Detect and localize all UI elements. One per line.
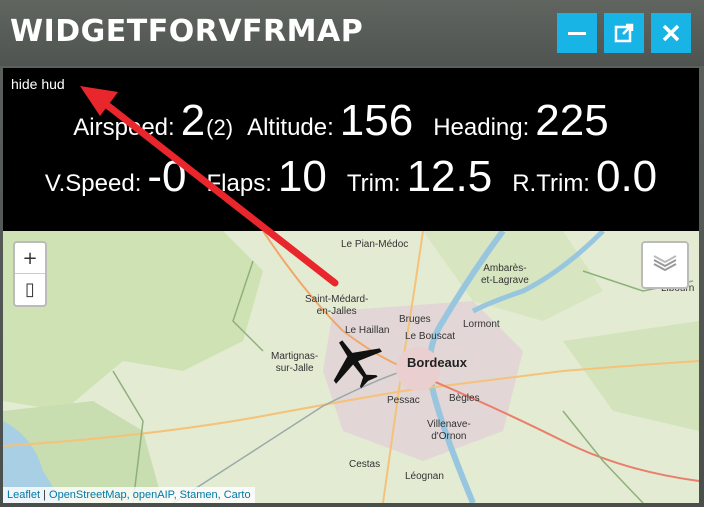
place-le-bouscat: Le Bouscat	[405, 331, 456, 342]
close-icon	[660, 22, 682, 44]
minimize-button[interactable]	[557, 13, 597, 53]
place-villenave: Villenave- d'Ornon	[427, 419, 471, 442]
place-pessac: Pessac	[387, 395, 420, 406]
vspeed-label: V.Speed:	[44, 170, 142, 197]
hud-panel: hide hud Airspeed: 2 (2) Altitude: 156 H…	[3, 68, 699, 231]
zoom-control: + ▯	[13, 241, 47, 307]
flaps-label: Flaps:	[206, 170, 272, 197]
popout-button[interactable]	[604, 13, 644, 53]
rtrim-label: R.Trim:	[512, 170, 590, 197]
place-saint-medard: Saint-Médard- en-Jalles	[305, 294, 369, 317]
vspeed-value: -0	[147, 152, 187, 201]
map-view[interactable]: Le Pian-Médoc Ambarès- et-Lagrave Libour…	[3, 231, 699, 503]
place-le-pian-medoc: Le Pian-Médoc	[341, 239, 409, 250]
hide-hud-link[interactable]: hide hud	[11, 76, 65, 92]
trim-value: 12.5	[406, 152, 493, 201]
place-bruges: Bruges	[399, 314, 431, 325]
aircraft-icon	[325, 335, 385, 393]
zoom-out-button[interactable]: ▯	[15, 274, 45, 304]
airspeed-label: Airspeed:	[73, 114, 175, 141]
attribution-sources[interactable]: OpenStreetMap, openAIP, Stamen, Carto	[49, 489, 251, 501]
airspeed-value: 2	[180, 96, 206, 145]
place-bordeaux: Bordeaux	[407, 355, 467, 370]
place-begles: Bègles	[449, 393, 480, 404]
altitude-label: Altitude:	[247, 114, 334, 141]
hud-row-2: V.Speed: -0 Flaps: 10 Trim: 12.5 R.Trim:…	[3, 152, 699, 202]
rtrim-value: 0.0	[595, 152, 658, 201]
altitude-value: 156	[339, 96, 414, 145]
popout-icon	[613, 22, 635, 44]
zoom-in-button[interactable]: +	[15, 243, 45, 274]
close-button[interactable]	[651, 13, 691, 53]
title-bar[interactable]: WIDGETFORVFRMAP	[0, 0, 704, 66]
widget-window: WIDGETFORVFRMAP hide hud Airspeed: 2 (2)…	[0, 0, 704, 507]
layers-button[interactable]	[641, 241, 689, 289]
minimize-icon	[566, 22, 588, 44]
flaps-value: 10	[277, 152, 327, 201]
place-lormont: Lormont	[463, 319, 500, 330]
heading-label: Heading:	[433, 114, 530, 141]
trim-label: Trim:	[346, 170, 401, 197]
attribution-separator: |	[40, 489, 50, 501]
window-title: WIDGETFORVFRMAP	[10, 14, 364, 49]
heading-value: 225	[535, 96, 609, 145]
hud-row-1: Airspeed: 2 (2) Altitude: 156 Heading: 2…	[3, 96, 699, 146]
layers-icon	[652, 252, 678, 278]
place-ambares: Ambarès- et-Lagrave	[481, 263, 529, 286]
place-martignas: Martignas- sur-Jalle	[271, 351, 319, 374]
leaflet-link[interactable]: Leaflet	[7, 489, 40, 501]
place-cestas: Cestas	[349, 459, 381, 470]
airspeed-sub-value: (2)	[206, 115, 234, 140]
map-attribution: Leaflet | OpenStreetMap, openAIP, Stamen…	[3, 487, 255, 503]
place-leognan: Léognan	[405, 471, 444, 482]
